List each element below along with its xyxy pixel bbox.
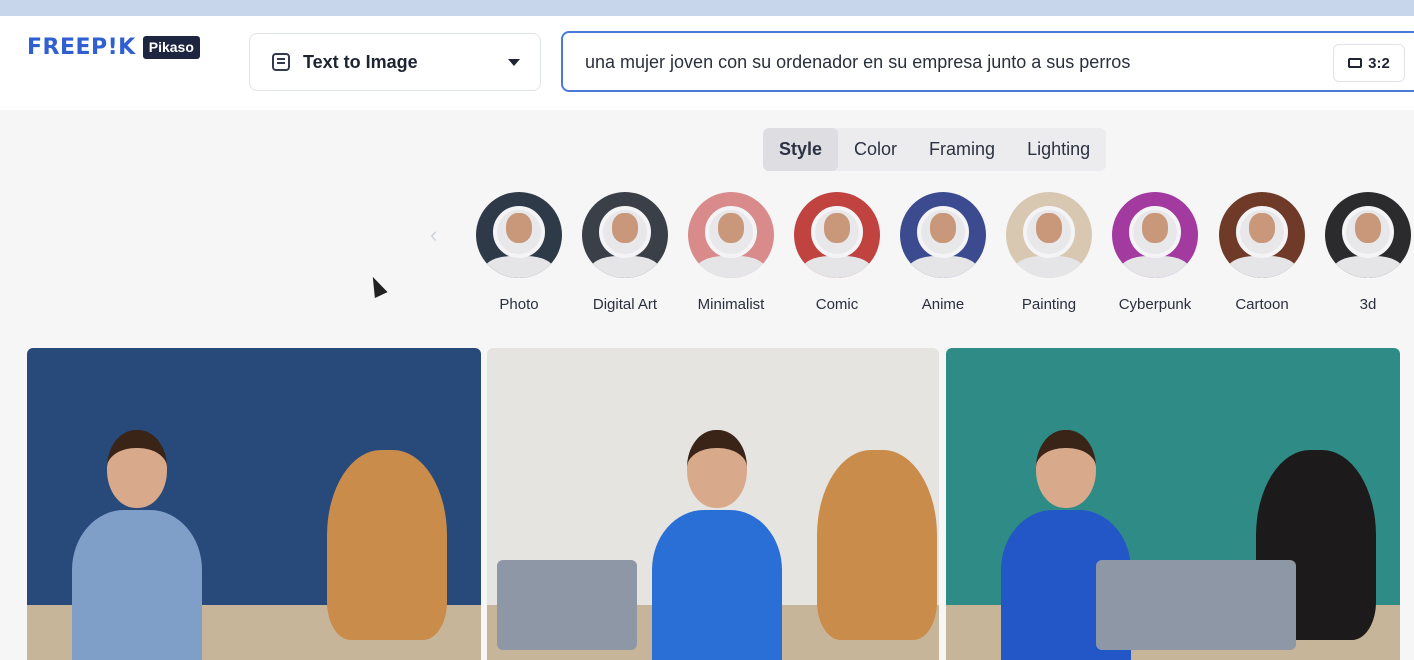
- style-option-cyberpunk[interactable]: Cyberpunk: [1105, 192, 1205, 313]
- mode-select[interactable]: Text to Image: [249, 33, 541, 91]
- dog-figure: [817, 450, 937, 640]
- browser-top-strip: [0, 0, 1414, 16]
- astronaut-suit: [696, 256, 766, 278]
- mode-select-label: Text to Image: [303, 51, 418, 72]
- prompt-text[interactable]: una mujer joven con su ordenador en su e…: [585, 52, 1130, 73]
- astronaut-suit: [1333, 256, 1403, 278]
- style-thumbnail: [1325, 192, 1411, 278]
- astronaut-face: [718, 213, 744, 243]
- laptop: [1096, 560, 1296, 650]
- tab-framing[interactable]: Framing: [913, 128, 1011, 171]
- chevron-left-icon[interactable]: ‹: [430, 222, 437, 248]
- woman-head: [1036, 430, 1096, 508]
- style-option-photo[interactable]: Photo: [469, 192, 569, 313]
- astronaut-face: [612, 213, 638, 243]
- aspect-ratio-label: 3:2: [1368, 54, 1390, 72]
- style-thumbnail: [794, 192, 880, 278]
- woman-figure: [62, 430, 212, 660]
- woman-head: [107, 430, 167, 508]
- style-option-minimalist[interactable]: Minimalist: [681, 192, 781, 313]
- style-thumbnail: [688, 192, 774, 278]
- brand-wordmark: FREEP!K: [27, 35, 136, 60]
- brand-logo[interactable]: FREEP!K Pikaso: [27, 35, 200, 60]
- style-label: Comic: [815, 296, 859, 313]
- generated-image-1[interactable]: [27, 348, 481, 660]
- style-option-digital-art[interactable]: Digital Art: [575, 192, 675, 313]
- style-thumbnail: [1219, 192, 1305, 278]
- astronaut-suit: [802, 256, 872, 278]
- astronaut-face: [1355, 213, 1381, 243]
- style-thumbnail: [1006, 192, 1092, 278]
- woman-head: [687, 430, 747, 508]
- woman-blue-tank-top: [72, 510, 202, 660]
- woman-figure: [642, 430, 792, 660]
- tab-style[interactable]: Style: [763, 128, 839, 171]
- astronaut-face: [1142, 213, 1168, 243]
- style-option-comic[interactable]: Comic: [787, 192, 887, 313]
- astronaut-suit: [1120, 256, 1190, 278]
- text-document-icon: [272, 53, 290, 71]
- style-option-cartoon[interactable]: Cartoon: [1212, 192, 1312, 313]
- style-option-painting[interactable]: Painting: [999, 192, 1099, 313]
- generated-image-3[interactable]: [946, 348, 1400, 660]
- aspect-ratio-button[interactable]: 3:2: [1333, 44, 1405, 82]
- product-badge: Pikaso: [142, 36, 200, 59]
- astronaut-suit: [1014, 256, 1084, 278]
- astronaut-face: [1036, 213, 1062, 243]
- tab-color[interactable]: Color: [838, 128, 913, 171]
- astronaut-face: [930, 213, 956, 243]
- prompt-input[interactable]: una mujer joven con su ordenador en su e…: [561, 31, 1414, 92]
- tab-lighting[interactable]: Lighting: [1011, 128, 1106, 171]
- astronaut-suit: [908, 256, 978, 278]
- style-thumbnail: [900, 192, 986, 278]
- astronaut-suit: [484, 256, 554, 278]
- astronaut-face: [824, 213, 850, 243]
- dog-figure: [327, 450, 447, 640]
- style-thumbnail: [1112, 192, 1198, 278]
- style-label: Painting: [1021, 296, 1077, 313]
- style-label: Cartoon: [1235, 296, 1289, 313]
- style-option-3d[interactable]: 3d: [1318, 192, 1414, 313]
- style-thumbnail: [476, 192, 562, 278]
- woman-blue-sweater: [652, 510, 782, 660]
- style-thumbnail: [582, 192, 668, 278]
- astronaut-face: [1249, 213, 1275, 243]
- style-option-anime[interactable]: Anime: [893, 192, 993, 313]
- mouse-cursor: [366, 273, 388, 299]
- style-label: Minimalist: [697, 296, 765, 313]
- caret-down-icon: [508, 58, 520, 66]
- rectangle-icon: [1348, 58, 1363, 68]
- generated-image-2[interactable]: [487, 348, 939, 660]
- style-label: Digital Art: [592, 296, 658, 313]
- style-label: Anime: [921, 296, 965, 313]
- style-tabs: Style Color Framing Lighting: [763, 128, 1107, 171]
- astronaut-suit: [1227, 256, 1297, 278]
- style-label: Photo: [499, 296, 539, 313]
- laptop: [497, 560, 637, 650]
- style-label: 3d: [1359, 296, 1377, 313]
- style-label: Cyberpunk: [1118, 296, 1192, 313]
- astronaut-suit: [590, 256, 660, 278]
- astronaut-face: [506, 213, 532, 243]
